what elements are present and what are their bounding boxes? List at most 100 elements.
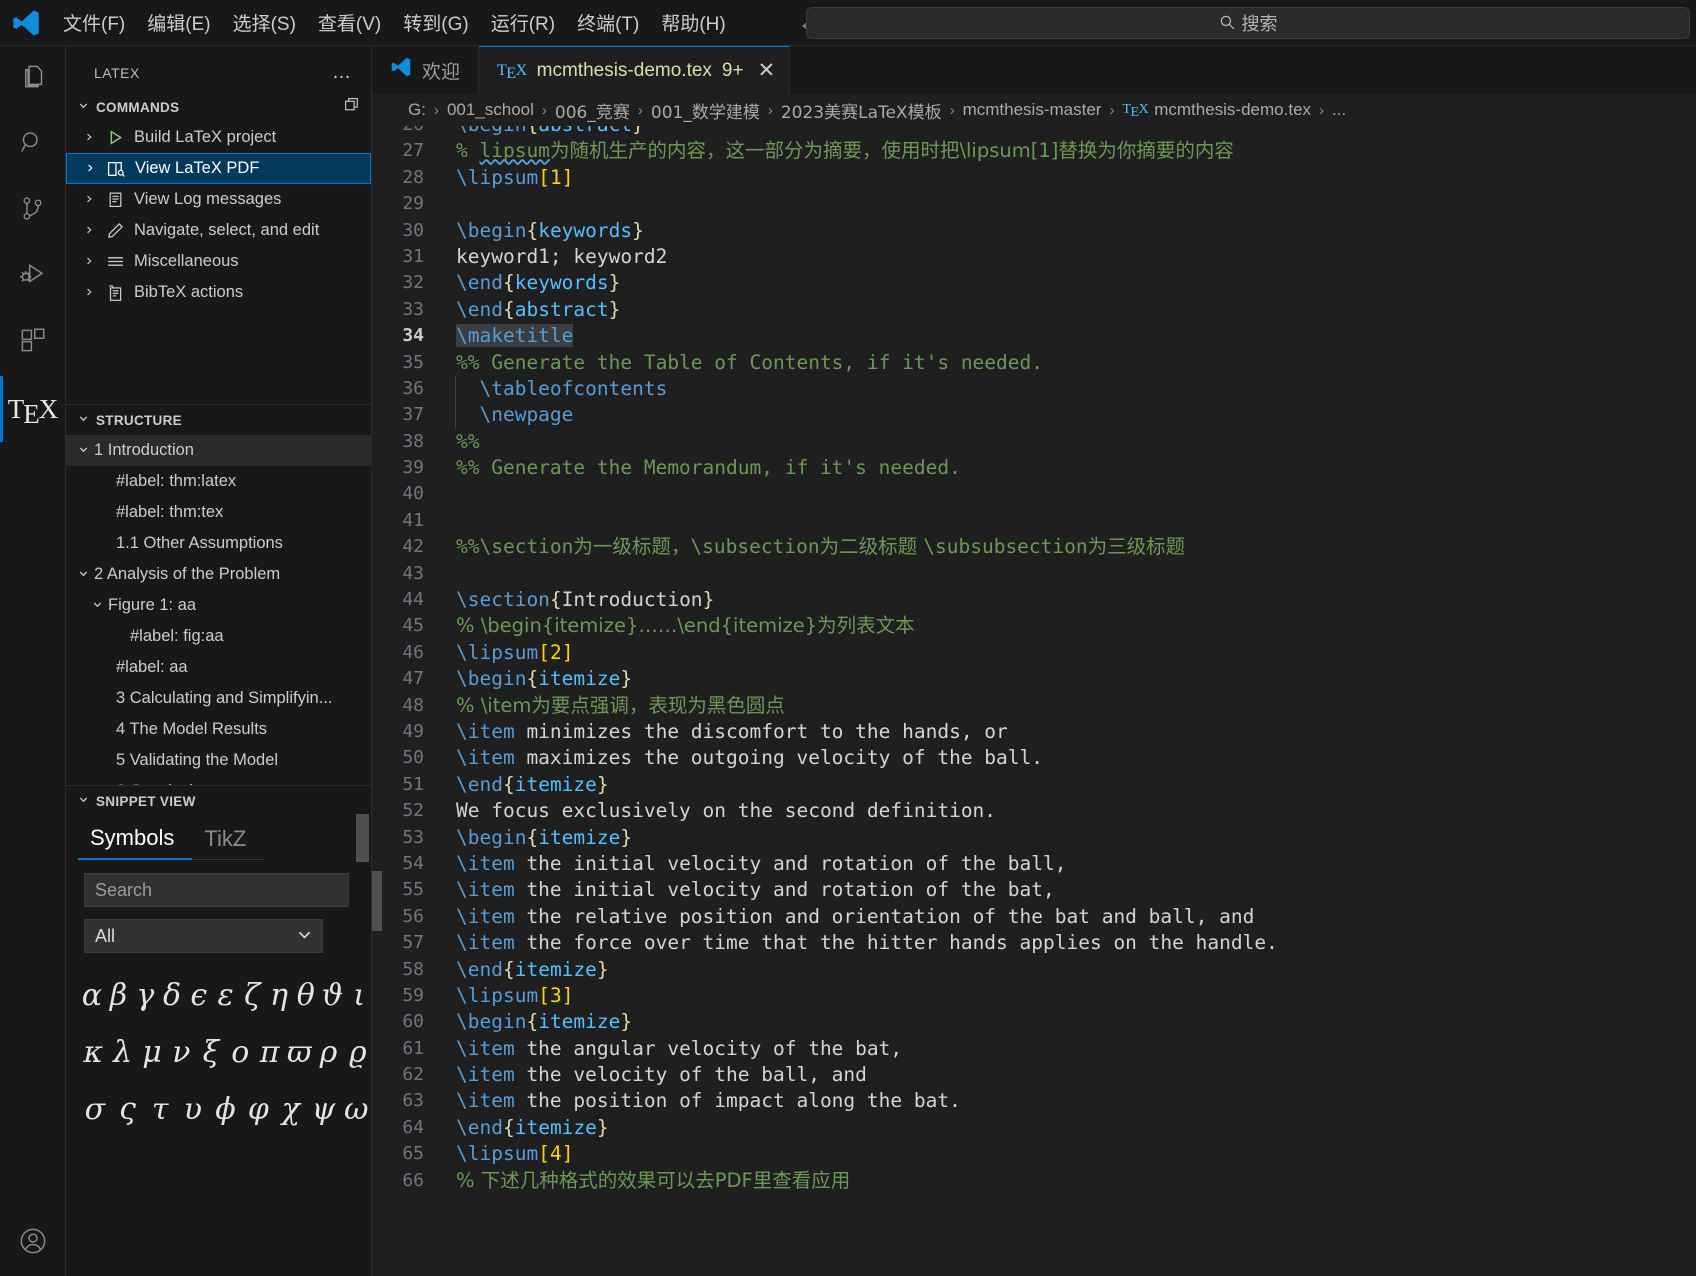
symbol-varphi[interactable]: φ	[243, 1092, 273, 1127]
menu-help[interactable]: 帮助(H)	[650, 5, 736, 40]
symbol-theta[interactable]: θ	[294, 978, 318, 1013]
code-line[interactable]: 54 \item the initial velocity and rotatio…	[372, 851, 1696, 877]
code-line[interactable]: 47 \begin{itemize}	[372, 666, 1696, 692]
symbol-beta[interactable]: β	[107, 978, 131, 1013]
activity-item-extensions[interactable]	[0, 310, 66, 376]
breadcrumb-item-overflow[interactable]: ...	[1332, 100, 1346, 120]
structure-item-figure-1-aa[interactable]: Figure 1: aa	[66, 590, 371, 621]
code-line[interactable]: 66 % 下述几种格式的效果可以去PDF里查看应用	[372, 1168, 1696, 1194]
activity-item-source-control[interactable]	[0, 178, 66, 244]
structure-item-label-thm-latex[interactable]: #label: thm:latex	[66, 466, 371, 497]
menu-file[interactable]: 文件(F)	[52, 5, 136, 40]
structure-item-6-conclusions[interactable]: 6 Conclusions	[66, 776, 371, 785]
editor-tab-welcome[interactable]: 欢迎	[372, 46, 480, 94]
breadcrumb-item-2023-template[interactable]: 2023美赛LaTeX模板	[781, 98, 942, 123]
menu-terminal[interactable]: 终端(T)	[566, 5, 650, 40]
symbol-omega[interactable]: ω	[341, 1092, 371, 1127]
command-bibtex-actions[interactable]: BibTeX actions	[66, 277, 371, 308]
activity-item-run-and-debug[interactable]	[0, 244, 66, 310]
structure-item-3-calculating-and-simplifying[interactable]: 3 Calculating and Simplifyin...	[66, 683, 371, 714]
symbol-mu[interactable]: μ	[139, 1035, 165, 1070]
menu-edit[interactable]: 编辑(E)	[136, 5, 221, 40]
command-view-latex-pdf[interactable]: View LaTeX PDF	[66, 153, 371, 184]
code-line[interactable]: 61 \item the angular velocity of the bat,	[372, 1036, 1696, 1062]
symbol-eta[interactable]: η	[267, 978, 291, 1013]
symbol-upsilon[interactable]: υ	[178, 1092, 208, 1127]
breadcrumb-item-001-school[interactable]: 001_school	[447, 100, 534, 120]
code-line[interactable]: 60 \begin{itemize}	[372, 1009, 1696, 1035]
structure-item-label-aa[interactable]: #label: aa	[66, 652, 371, 683]
symbol-chi[interactable]: χ	[276, 1092, 306, 1127]
command-build-latex-project[interactable]: Build LaTeX project	[66, 122, 371, 153]
code-line[interactable]: 40	[372, 481, 1696, 507]
activity-item-explorer[interactable]	[0, 46, 66, 112]
structure-item-1-introduction[interactable]: 1 Introduction	[66, 435, 371, 466]
code-line[interactable]: 39 %% Generate the Memorandum, if it's ne…	[372, 455, 1696, 481]
structure-item-4-the-model-results[interactable]: 4 The Model Results	[66, 714, 371, 745]
command-navigate-select-edit[interactable]: Navigate, select, and edit	[66, 215, 371, 246]
snippet-scrollbar[interactable]	[356, 814, 369, 862]
snippet-search-input[interactable]: Search	[84, 873, 349, 907]
code-line[interactable]: 29	[372, 191, 1696, 217]
symbol-varsigma[interactable]: ς	[113, 1092, 143, 1127]
breadcrumb-item-001-shuxuejianmo[interactable]: 001_数学建模	[651, 98, 760, 123]
command-miscellaneous[interactable]: Miscellaneous	[66, 246, 371, 277]
code-line[interactable]: 49 \item minimizes the discomfort to the …	[372, 719, 1696, 745]
code-line[interactable]: 46 \lipsum[2]	[372, 640, 1696, 666]
activity-item-search[interactable]	[0, 112, 66, 178]
command-view-log-messages[interactable]: View Log messages	[66, 184, 371, 215]
symbol-lambda[interactable]: λ	[109, 1035, 135, 1070]
menu-view[interactable]: 查看(V)	[307, 5, 392, 40]
code-line[interactable]: 48 % \item为要点强调，表现为黑色圆点	[372, 693, 1696, 719]
code-line[interactable]: 35 %% Generate the Table of Contents, if …	[372, 350, 1696, 376]
code-line[interactable]: 28 \lipsum[1]	[372, 165, 1696, 191]
code-editor[interactable]: 26\begin{abstract}27% lipsum为随机生产的内容，这一部…	[372, 126, 1696, 1276]
symbol-varpi[interactable]: ϖ	[286, 1035, 312, 1070]
code-line[interactable]: 64 \end{itemize}	[372, 1115, 1696, 1141]
code-line[interactable]: 58 \end{itemize}	[372, 957, 1696, 983]
code-line[interactable]: 43	[372, 561, 1696, 587]
editor-scrollbar[interactable]	[372, 871, 382, 931]
code-line[interactable]: 41	[372, 508, 1696, 534]
command-center[interactable]: 搜索	[806, 6, 1690, 39]
code-line[interactable]: 33 \end{abstract}	[372, 297, 1696, 323]
code-line[interactable]: 42 %%\section为一级标题，\subsection为二级标题 \subs…	[372, 534, 1696, 560]
commands-section-header[interactable]: COMMANDS	[66, 92, 371, 122]
code-line[interactable]: 56 \item the relative position and orient…	[372, 904, 1696, 930]
structure-section-header[interactable]: STRUCTURE	[66, 405, 371, 435]
symbol-zeta[interactable]: ζ	[240, 978, 264, 1013]
symbol-pi[interactable]: π	[256, 1035, 282, 1070]
snippet-view-header[interactable]: SNIPPET VIEW	[66, 786, 371, 816]
code-line[interactable]: 38%%	[372, 429, 1696, 455]
structure-item-5-validating-the-model[interactable]: 5 Validating the Model	[66, 745, 371, 776]
code-line[interactable]: 63 \item the position of impact along the…	[372, 1088, 1696, 1114]
code-line[interactable]: 34 \maketitle	[372, 323, 1696, 349]
tab-tikz[interactable]: TikZ	[192, 826, 265, 860]
breadcrumb-item-mcmthesis-master[interactable]: mcmthesis-master	[963, 100, 1102, 120]
symbol-nu[interactable]: ν	[168, 1035, 194, 1070]
code-line[interactable]: 31 keyword1; keyword2	[372, 244, 1696, 270]
code-line[interactable]: 65 \lipsum[4]	[372, 1141, 1696, 1167]
code-line[interactable]: 55 \item the initial velocity and rotatio…	[372, 877, 1696, 903]
symbol-sigma[interactable]: σ	[80, 1092, 110, 1127]
code-line[interactable]: 45 % \begin{itemize}……\end{itemize}为列表文本	[372, 613, 1696, 639]
editor-tab-mcmthesis-demo[interactable]: TEX mcmthesis-demo.tex 9+ ✕	[479, 46, 791, 94]
structure-item-label-fig-aa[interactable]: #label: fig:aa	[66, 621, 371, 652]
structure-item-2-analysis-of-the-problem[interactable]: 2 Analysis of the Problem	[66, 559, 371, 590]
symbol-alpha[interactable]: α	[80, 978, 104, 1013]
symbol-psi[interactable]: ψ	[309, 1092, 339, 1127]
code-line[interactable]: 36 \tableofcontents	[372, 375, 1696, 403]
close-icon[interactable]: ✕	[754, 58, 780, 83]
menu-run[interactable]: 运行(R)	[480, 5, 566, 40]
activity-item-account[interactable]	[0, 1210, 66, 1276]
structure-item-1-1-other-assumptions[interactable]: 1.1 Other Assumptions	[66, 528, 371, 559]
symbol-gamma[interactable]: γ	[133, 978, 157, 1013]
code-line[interactable]: 52 We focus exclusively on the second def…	[372, 798, 1696, 824]
code-line[interactable]: 27% lipsum为随机生产的内容，这一部分为摘要，使用时把\lipsum[1…	[372, 138, 1696, 164]
code-line[interactable]: 44 \section{Introduction}	[372, 587, 1696, 613]
code-line[interactable]: 37 \newpage	[372, 402, 1696, 429]
breadcrumb-item-drive[interactable]: G:	[408, 100, 426, 120]
code-line[interactable]: 30 \begin{keywords}	[372, 218, 1696, 244]
breadcrumb-item-006-jingsai[interactable]: 006_竞赛	[555, 98, 630, 123]
symbol-xi[interactable]: ξ	[198, 1035, 224, 1070]
